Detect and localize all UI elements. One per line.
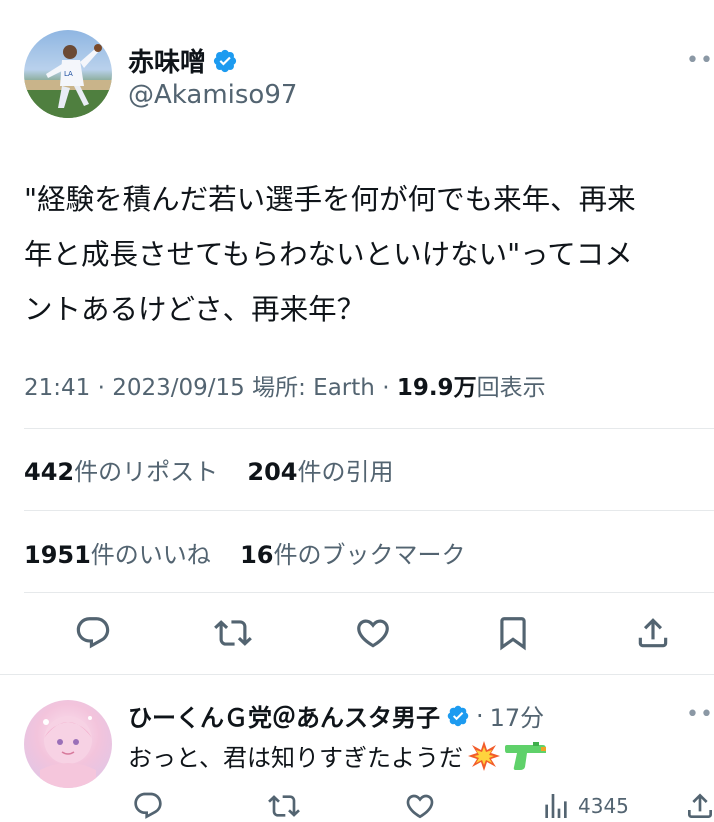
divider <box>24 428 714 429</box>
reply-icon <box>76 617 110 649</box>
verified-badge-icon <box>213 49 237 72</box>
views-label: 回表示 <box>476 375 546 401</box>
tweet-text-line: "経験を積んだ若い選手を何が何でも来年、再来 <box>24 183 636 216</box>
bookmarks-count: 16 <box>240 541 274 569</box>
reply-icon <box>134 792 162 819</box>
views-unit: 万 <box>453 375 477 401</box>
tweet-meta: 21:41 · 2023/09/15 場所: Earth · 19.9万回表示 <box>24 375 546 401</box>
reposts-count: 442 <box>24 458 75 486</box>
collision-emoji <box>468 740 501 771</box>
water-pistol-emoji <box>505 741 547 770</box>
share-icon <box>688 793 712 818</box>
divider <box>24 592 714 593</box>
author-avatar[interactable]: LA <box>24 30 112 118</box>
like-bookmark-stats: 1951件のいいね 16件のブックマーク <box>24 535 465 570</box>
repost-icon <box>268 795 300 817</box>
views-icon <box>545 794 567 818</box>
repost-button[interactable] <box>214 614 252 652</box>
tweet-text-line: 年と成長させてもらわないといけない"ってコメ <box>24 238 633 271</box>
divider <box>0 674 714 675</box>
reposts-label: 件のリポスト <box>74 458 219 486</box>
verified-badge-icon <box>447 705 469 726</box>
reply-like-button[interactable] <box>404 790 436 822</box>
author-name-row[interactable]: 赤味噌 <box>128 42 238 79</box>
reply-reply-button[interactable] <box>132 790 164 822</box>
reply-author-avatar[interactable] <box>24 700 112 788</box>
repost-quote-stats: 442件のリポスト 204件の引用 <box>24 452 394 487</box>
more-icon[interactable]: •• <box>686 48 714 73</box>
reply-author-name[interactable]: ひーくんＧ党＠あんスタ男子 <box>128 698 440 733</box>
pitcher-avatar-image: LA <box>24 44 112 118</box>
tweet-text-line: ントあるけどさ、再来年？ <box>24 293 366 326</box>
reply-repost-button[interactable] <box>268 790 300 822</box>
bookmarks-label: 件のブックマーク <box>273 541 466 569</box>
author-name[interactable]: 赤味噌 <box>128 42 206 79</box>
anime-avatar-image <box>40 716 96 788</box>
bookmark-button[interactable] <box>494 614 532 652</box>
quotes-stat[interactable]: 204件の引用 <box>247 458 393 486</box>
like-icon <box>406 794 434 819</box>
reply-views-count: 4345 <box>578 794 629 818</box>
tweet-location: 場所: Earth <box>252 375 375 401</box>
repost-icon <box>214 620 252 646</box>
share-button[interactable] <box>634 614 672 652</box>
reply-more-icon[interactable]: •• <box>686 702 714 727</box>
reply-time[interactable]: 17分 <box>490 698 545 733</box>
tweet-date[interactable]: 2023/09/15 <box>112 375 245 401</box>
views-value: 19.9 <box>396 375 454 401</box>
reply-views-button[interactable]: 4345 <box>540 790 629 822</box>
reply-header: ひーくんＧ党＠あんスタ男子 · 17分 <box>128 698 544 733</box>
likes-stat[interactable]: 1951件のいいね <box>24 541 211 569</box>
reply-button[interactable] <box>74 614 112 652</box>
reply-text: おっと、君は知りすぎたようだ <box>128 744 464 772</box>
bookmarks-stat[interactable]: 16件のブックマーク <box>240 541 465 569</box>
quotes-count: 204 <box>247 458 298 486</box>
divider <box>24 510 714 511</box>
reply-text-row: おっと、君は知りすぎたようだ <box>128 738 547 773</box>
likes-count: 1951 <box>24 541 91 569</box>
like-icon <box>357 619 389 648</box>
likes-label: 件のいいね <box>90 541 211 569</box>
bookmark-icon <box>500 617 526 651</box>
tweet-time[interactable]: 21:41 <box>24 375 90 401</box>
like-button[interactable] <box>354 614 392 652</box>
quotes-label: 件の引用 <box>297 458 394 486</box>
author-handle[interactable]: @Akamiso97 <box>128 80 297 110</box>
reply-share-button[interactable] <box>684 790 714 822</box>
reposts-stat[interactable]: 442件のリポスト <box>24 458 218 486</box>
share-icon <box>638 618 668 648</box>
tweet-text: "経験を積んだ若い選手を何が何でも来年、再来 年と成長させてもらわないといけない"… <box>24 172 706 337</box>
svg-text:LA: LA <box>64 70 73 78</box>
